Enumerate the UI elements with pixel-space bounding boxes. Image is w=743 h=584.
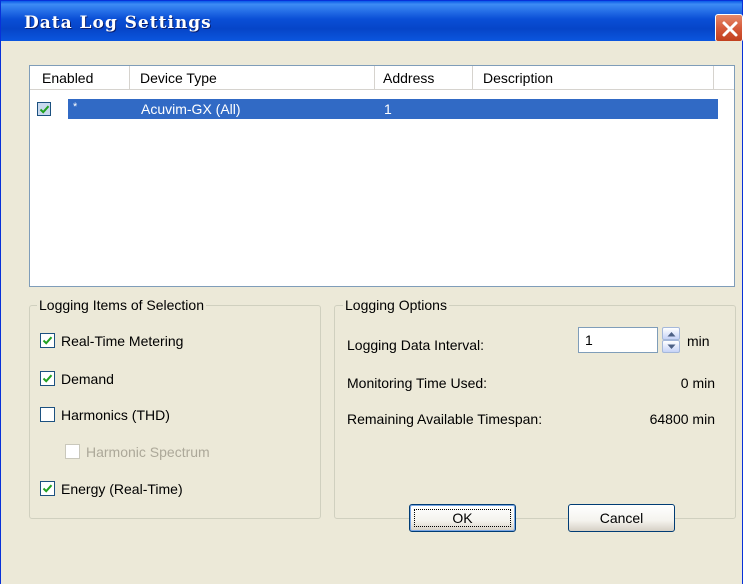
arrow-up-icon: [667, 332, 676, 337]
checkbox-box[interactable]: [40, 407, 55, 422]
logging-interval-input[interactable]: [578, 327, 658, 353]
device-enabled-checkbox[interactable]: [37, 102, 51, 116]
focus-rectangle: [414, 509, 511, 527]
data-log-settings-dialog: Data Log Settings Enabled Device Type Ad…: [0, 0, 743, 584]
column-header-description[interactable]: Description: [473, 66, 714, 90]
checkbox-box: [65, 444, 80, 459]
logging-interval-label: Logging Data Interval:: [347, 337, 484, 353]
logging-options-group: Logging Options Logging Data Interval: m…: [334, 296, 736, 519]
dialog-body: Enabled Device Type Address Description …: [1, 41, 742, 584]
window-title: Data Log Settings: [24, 13, 212, 33]
checkmark-icon: [42, 374, 53, 383]
checkmark-icon: [42, 484, 53, 493]
checkbox-label: Energy (Real-Time): [61, 481, 183, 497]
checkbox-label: Demand: [61, 371, 114, 387]
cancel-button-label: Cancel: [599, 510, 644, 526]
title-bar[interactable]: Data Log Settings: [1, 1, 743, 42]
checkbox-box[interactable]: [40, 333, 55, 348]
monitoring-time-label: Monitoring Time Used:: [347, 375, 488, 391]
device-type-cell: Acuvim-GX (All): [141, 101, 241, 117]
checkbox-label: Real-Time Metering: [61, 333, 184, 349]
logging-items-legend: Logging Items of Selection: [37, 296, 206, 314]
checkmark-icon: [39, 105, 50, 114]
column-header-device-type[interactable]: Device Type: [130, 66, 375, 90]
checkbox-label: Harmonics (THD): [61, 407, 170, 423]
logging-items-group: Logging Items of Selection Real-Time Met…: [29, 296, 321, 519]
checkmark-icon: [42, 336, 53, 345]
device-list[interactable]: Enabled Device Type Address Description …: [29, 65, 735, 287]
cancel-button[interactable]: Cancel: [568, 504, 675, 532]
close-icon: [722, 21, 738, 37]
monitoring-time-value: 0 min: [680, 375, 715, 391]
address-cell: 1: [384, 101, 392, 117]
device-row[interactable]: * Acuvim-GX (All) 1: [30, 99, 718, 119]
checkbox-box[interactable]: [40, 371, 55, 386]
arrow-down-icon: [667, 344, 676, 349]
remaining-timespan-value: 64800 min: [649, 411, 715, 427]
remaining-timespan-label: Remaining Available Timespan:: [347, 411, 543, 427]
logging-options-legend: Logging Options: [343, 296, 449, 314]
ok-button[interactable]: OK: [409, 504, 516, 532]
interval-unit-label: min: [687, 333, 710, 349]
spin-up-button[interactable]: [662, 327, 680, 340]
checkbox-box[interactable]: [40, 481, 55, 496]
logging-interval-spinner[interactable]: [662, 327, 680, 353]
column-header-address[interactable]: Address: [375, 66, 473, 90]
close-button[interactable]: [715, 14, 743, 42]
checkbox-label: Harmonic Spectrum: [86, 444, 210, 460]
device-list-header: Enabled Device Type Address Description: [30, 66, 734, 90]
row-marker: *: [73, 101, 78, 113]
column-header-enabled[interactable]: Enabled: [30, 66, 130, 90]
spin-down-button[interactable]: [662, 340, 680, 353]
